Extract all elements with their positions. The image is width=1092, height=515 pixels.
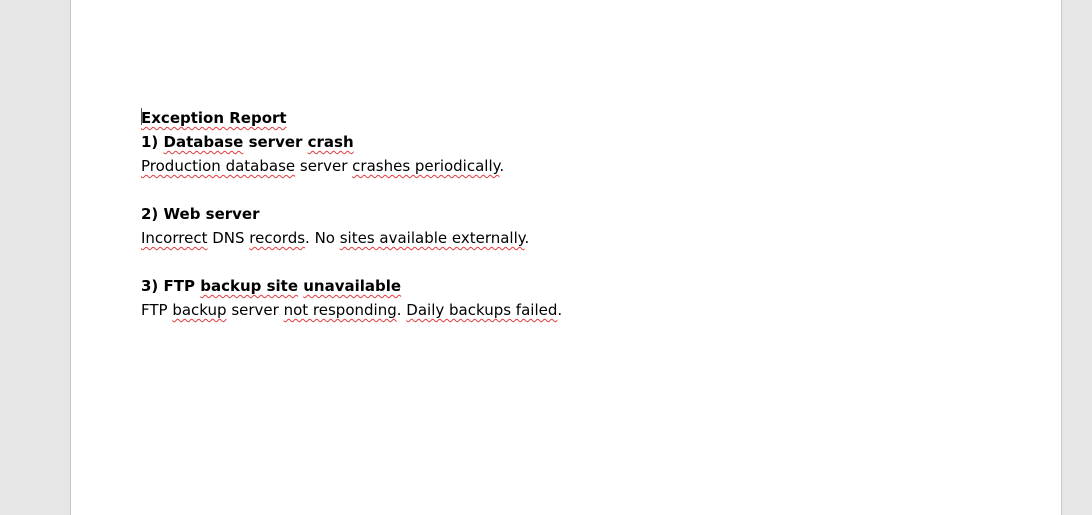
report-title: Exception Report: [141, 106, 562, 130]
item-2-body: Incorrect DNS records. No sites availabl…: [141, 229, 530, 247]
report-title-text: Exception Report: [141, 109, 287, 127]
document-body[interactable]: Exception Report 1) Database server cras…: [141, 106, 562, 322]
document-workspace: Exception Report 1) Database server cras…: [0, 0, 1092, 515]
item-2-heading: 2) Web server: [141, 205, 260, 223]
item-3-body: FTP backup server not responding. Daily …: [141, 301, 563, 319]
item-1-body: Production database server crashes perio…: [141, 157, 505, 175]
item-3-heading: 3) FTP backup site unavailable: [141, 277, 402, 295]
item-1-heading: 1) Database server crash: [141, 133, 354, 151]
